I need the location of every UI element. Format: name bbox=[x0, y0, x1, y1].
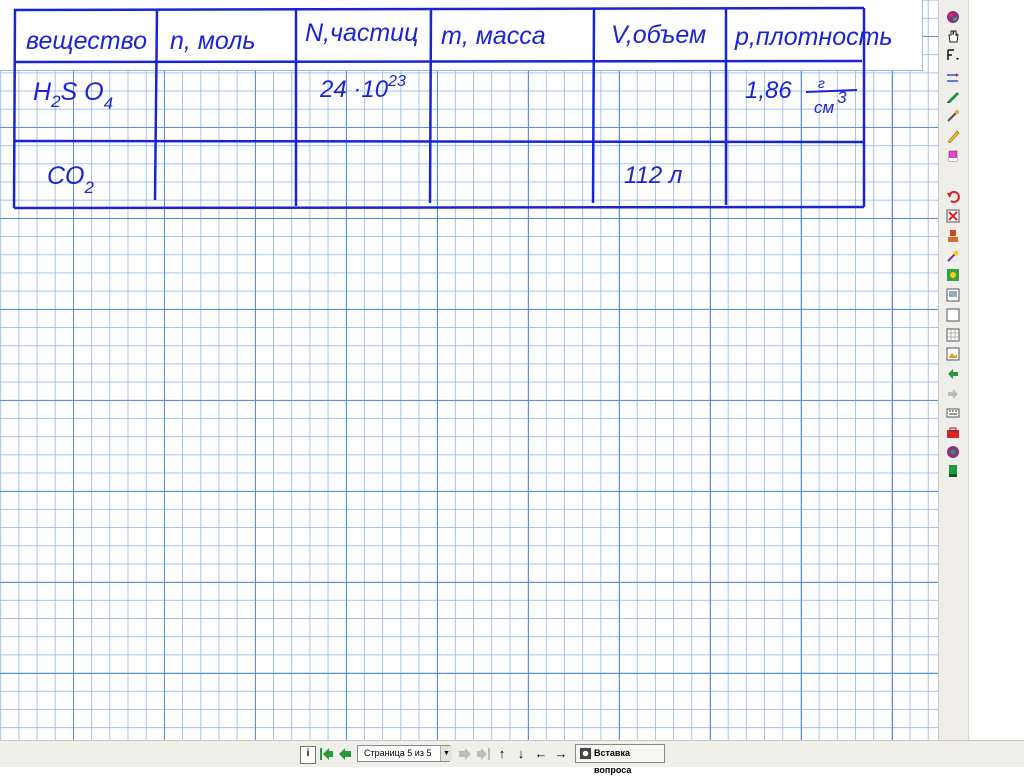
hand-icon[interactable] bbox=[946, 29, 960, 43]
prev-page-arrow-icon[interactable] bbox=[337, 746, 353, 762]
density-value-h2so4: 1,86 bbox=[745, 77, 792, 104]
next-page-arrow-icon[interactable] bbox=[457, 746, 473, 762]
pen-icon[interactable] bbox=[946, 89, 960, 103]
color-picker-icon[interactable] bbox=[946, 10, 960, 24]
insert-question-label: Вставка вопроса bbox=[594, 748, 632, 775]
arrow-down-icon[interactable]: ↓ bbox=[514, 746, 528, 762]
arrow-up-icon[interactable]: ↑ bbox=[495, 746, 509, 762]
keyboard-icon[interactable] bbox=[946, 406, 960, 420]
first-page-icon[interactable] bbox=[319, 746, 335, 762]
row-co2: CO2 112 л bbox=[47, 162, 683, 197]
magic-pen-icon[interactable] bbox=[946, 109, 960, 123]
right-blank-area bbox=[968, 0, 1024, 740]
handwritten-table: вещество n, моль N,частиц m, масса V,объ… bbox=[12, 6, 893, 210]
whiteboard-canvas[interactable]: вещество n, моль N,частиц m, масса V,объ… bbox=[0, 0, 938, 740]
eraser-icon[interactable] bbox=[946, 149, 960, 163]
screen-shade-icon[interactable] bbox=[946, 288, 960, 302]
header-moles: n, моль bbox=[170, 27, 256, 55]
last-page-icon[interactable] bbox=[475, 746, 491, 762]
next-page-icon[interactable] bbox=[946, 387, 960, 401]
blank-page-icon[interactable] bbox=[946, 308, 960, 322]
picture-page-icon[interactable] bbox=[946, 347, 960, 361]
stamp-icon[interactable] bbox=[946, 229, 960, 243]
green-bar-icon[interactable] bbox=[946, 464, 960, 478]
formula-co2: CO2 bbox=[47, 162, 95, 197]
grid-page-icon[interactable] bbox=[946, 328, 960, 342]
arrow-left-icon[interactable]: ← bbox=[534, 746, 548, 762]
info-icon[interactable]: i bbox=[300, 746, 316, 764]
density-unit-numerator: г bbox=[818, 75, 825, 91]
gallery-icon[interactable] bbox=[946, 268, 960, 282]
text-tool-icon[interactable] bbox=[946, 48, 960, 62]
header-substance: вещество bbox=[26, 27, 147, 55]
arrow-right-icon[interactable]: → bbox=[554, 746, 568, 762]
header-particles: N,частиц bbox=[305, 19, 418, 47]
prev-page-icon[interactable] bbox=[946, 367, 960, 381]
page-selector[interactable]: Страница 5 из 5 bbox=[357, 745, 450, 762]
question-icon bbox=[579, 747, 592, 760]
delete-icon[interactable] bbox=[946, 209, 960, 223]
volume-value-co2: 112 л bbox=[624, 162, 683, 189]
chevron-down-icon[interactable]: ▼ bbox=[440, 746, 452, 761]
formula-h2so4: H2S O4 bbox=[33, 78, 113, 113]
header-volume: V,объем bbox=[611, 21, 706, 49]
recorder-icon[interactable] bbox=[946, 445, 960, 459]
particles-value-h2so4: 24 ·1023 bbox=[319, 73, 406, 103]
page-navigation-bar: i Страница 5 из 5 ▼ ↑ ↓ ← → Вставка вопр… bbox=[0, 740, 1024, 775]
line-tool-icon[interactable] bbox=[946, 71, 960, 85]
highlighter-icon[interactable] bbox=[946, 129, 960, 143]
density-fraction-bar bbox=[805, 89, 858, 93]
header-density: p,плотность bbox=[734, 23, 893, 51]
undo-icon[interactable] bbox=[946, 190, 960, 204]
header-mass: m, масса bbox=[441, 22, 546, 50]
side-toolbar bbox=[938, 0, 968, 740]
toolbox-icon[interactable] bbox=[946, 426, 960, 440]
magic-wand-icon[interactable] bbox=[946, 249, 960, 263]
insert-question-button[interactable]: Вставка вопроса bbox=[575, 744, 665, 775]
